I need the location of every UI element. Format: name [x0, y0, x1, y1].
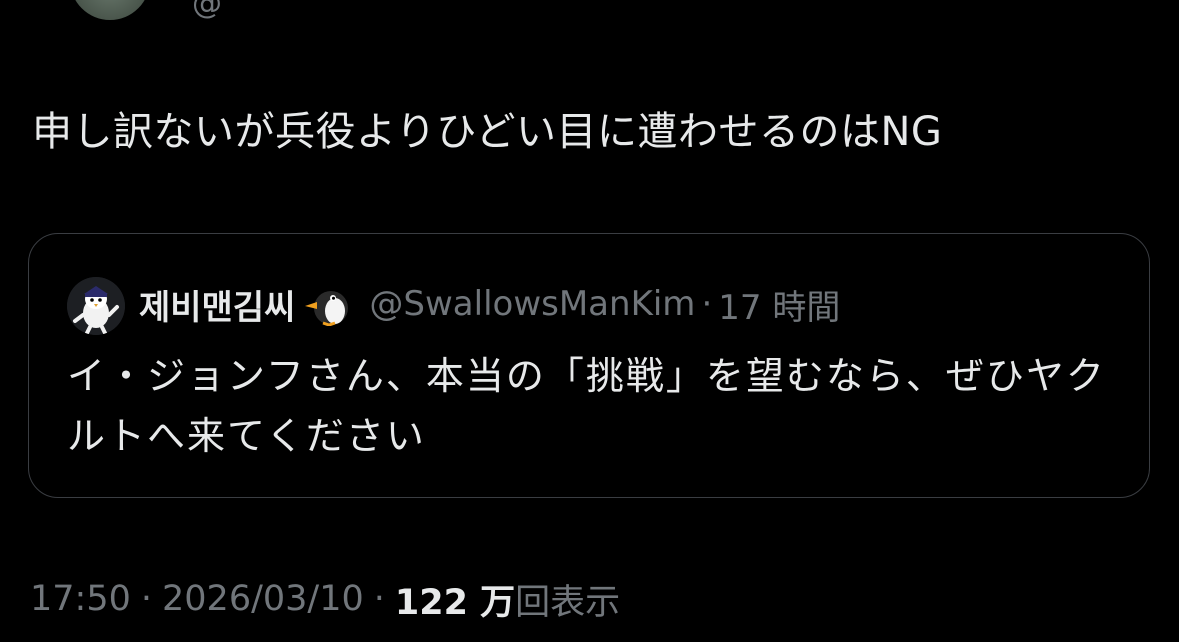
meta-separator: · [140, 579, 153, 619]
tweet-text: 申し訳ないが兵役よりひどい目に遭わせるのはNG [32, 109, 943, 155]
meta-separator: · [373, 579, 385, 619]
quote-handle[interactable]: @SwallowsManKim [369, 284, 695, 324]
tweet-date[interactable]: 2026/03/10 [162, 579, 364, 619]
views-label: 回表示 [515, 582, 621, 623]
quote-time[interactable]: 17 時間 [718, 280, 840, 329]
quote-display-name[interactable]: 제비맨김씨 [139, 280, 295, 329]
tweet-time[interactable]: 17:50 [30, 579, 131, 619]
quote-header: 제비맨김씨 @SwallowsManKim · 17 時間 [139, 276, 840, 332]
author-avatar-icon[interactable] [70, 0, 150, 20]
views-count[interactable]: 122 万 [395, 574, 515, 625]
quote-separator: · [701, 284, 713, 324]
mascot-avatar-icon[interactable] [67, 277, 125, 335]
tweet-meta: 17:50 · 2026/03/10 · 122 万 回表示 [30, 572, 620, 626]
author-handle-fragment: @ [192, 0, 222, 21]
penguin-icon [303, 282, 353, 327]
quote-text: イ・ジョンフさん、本当の「挑戦」を望むなら、ぜひヤクルトへ来てください [67, 354, 1106, 458]
quote-tweet-card[interactable]: 제비맨김씨 @SwallowsManKim · 17 時間 イ・ジョンフさん、本… [28, 233, 1150, 498]
